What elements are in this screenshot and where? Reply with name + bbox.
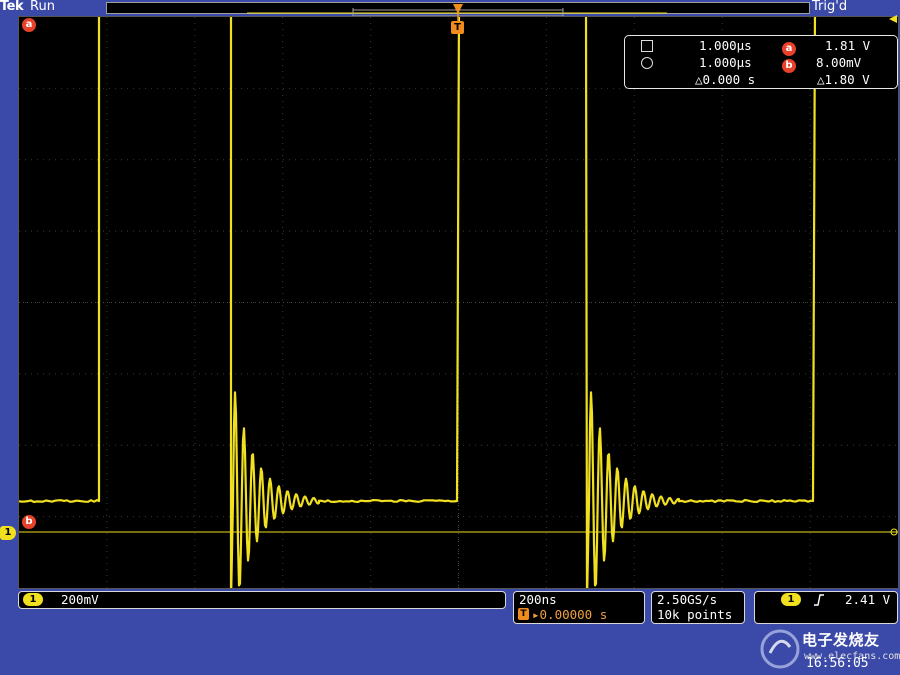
channel-1-waveform <box>19 17 898 588</box>
record-length-value: 10k points <box>657 607 732 623</box>
channel-1-ground-marker-label: 1 <box>5 527 12 538</box>
trigger-level-value: 2.41 V <box>845 592 890 608</box>
waveform-graticule <box>19 17 898 588</box>
acquisition-readout[interactable]: 2.50GS/s 10k points <box>651 591 745 624</box>
watermark-text: 电子发烧友 <box>802 629 880 650</box>
cursor-b-voltage: 8.00mV <box>816 54 861 71</box>
trigger-position-arrow-icon <box>452 2 464 22</box>
cursor-delta-time: △0.000 s <box>695 71 755 88</box>
trigger-readout[interactable]: 1 2.41 V <box>754 591 898 624</box>
trigger-source-badge: 1 <box>781 593 801 606</box>
cursor-b-marker[interactable]: b <box>22 515 36 529</box>
cursor-a-marker-label: a <box>26 19 33 30</box>
sample-rate-value: 2.50GS/s <box>657 592 717 608</box>
cursor-a-time-square-icon <box>641 40 653 52</box>
vertical-scale-readout[interactable]: 1 200mV <box>18 591 506 609</box>
trigger-position-value: ▸0.00000 s <box>532 607 607 623</box>
horizontal-scale-value: 200ns <box>519 592 557 608</box>
cursor-b-marker-label: b <box>25 516 32 527</box>
top-status-bar: Tek Run Trig'd <box>0 0 900 16</box>
cursor-a-time: 1.000μs <box>699 37 752 54</box>
trigger-position-icon: T <box>518 608 529 620</box>
trigger-state: Trig'd <box>812 0 847 14</box>
channel-1-badge: 1 <box>23 593 43 606</box>
clock-time: 16:56:05 <box>806 656 869 671</box>
trigger-position-marker-label: T <box>454 22 461 33</box>
cursor-b-time-circle-icon <box>641 57 653 69</box>
vertical-scale-value: 200mV <box>61 592 99 608</box>
rising-edge-icon <box>813 593 825 607</box>
cursor-b-time: 1.000μs <box>699 54 752 71</box>
cursor-a-marker[interactable]: a <box>22 18 36 32</box>
trigger-position-marker[interactable]: T <box>451 21 464 34</box>
trigger-level-arrow-icon <box>886 14 898 24</box>
waveform-display[interactable] <box>18 16 899 589</box>
watermark-emblem-icon <box>758 627 802 671</box>
cursor-readout-panel: 1.000μs a 1.81 V 1.000μs b 8.00mV △0.000… <box>624 35 898 89</box>
cursor-delta-voltage: △1.80 V <box>817 71 870 88</box>
horizontal-readout[interactable]: 200ns T ▸0.00000 s <box>513 591 645 624</box>
channel-1-ground-marker[interactable]: 1 <box>0 526 16 540</box>
cursor-a-voltage: 1.81 V <box>825 37 870 54</box>
acquisition-run-state[interactable]: Run <box>30 0 55 14</box>
brand-label: Tek <box>0 0 23 14</box>
